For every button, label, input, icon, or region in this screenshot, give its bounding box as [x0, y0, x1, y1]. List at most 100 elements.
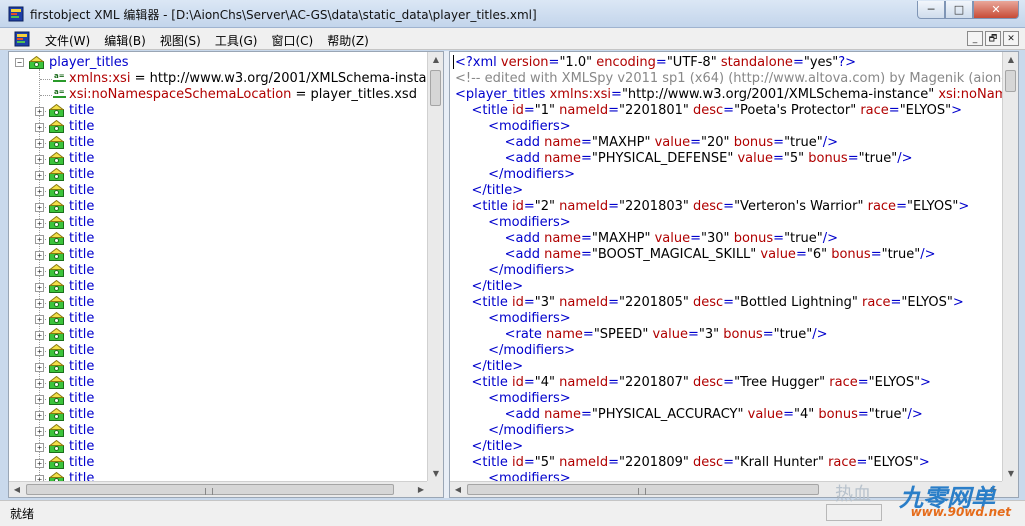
code-line[interactable]: </title>	[455, 359, 524, 375]
document-icon[interactable]	[14, 31, 30, 47]
expand-toggle[interactable]: +	[35, 203, 44, 212]
scroll-up-arrow-icon[interactable]: ▲	[428, 52, 443, 68]
editor-vertical-scrollbar[interactable]: ▲ ▼	[1002, 52, 1018, 482]
tree-node-label[interactable]: title	[69, 199, 94, 215]
h-scroll-thumb[interactable]	[467, 484, 819, 495]
scroll-up-arrow-icon[interactable]: ▲	[1003, 52, 1018, 68]
tree-node-label[interactable]: title	[69, 423, 94, 439]
scroll-thumb[interactable]	[1005, 70, 1016, 92]
scroll-left-arrow-icon[interactable]: ◀	[450, 482, 466, 497]
expand-toggle[interactable]: +	[35, 107, 44, 116]
doc-minimize-button[interactable]: _	[967, 31, 983, 46]
scroll-left-arrow-icon[interactable]: ◀	[9, 482, 25, 497]
code-line[interactable]: </title>	[455, 183, 524, 199]
code-line[interactable]: <add name="BOOST_MAGICAL_SKILL" value="6…	[455, 247, 936, 263]
code-line[interactable]: </modifiers>	[455, 167, 575, 183]
expand-toggle[interactable]: +	[35, 411, 44, 420]
code-line[interactable]: <add name="MAXHP" value="20" bonus="true…	[455, 135, 838, 151]
tree-node-label[interactable]: title	[69, 135, 94, 151]
code-line[interactable]: <title id="3" nameId="2201805" desc="Bot…	[455, 295, 964, 311]
tree-node-label[interactable]: title	[69, 151, 94, 167]
tree-attribute-label[interactable]: xmlns:xsi = http://www.w3.org/2001/XMLSc…	[69, 71, 426, 87]
tree-node-label[interactable]: title	[69, 167, 94, 183]
expand-toggle[interactable]: +	[35, 443, 44, 452]
xml-editor[interactable]: <?xml version = "1.0" encoding = "UTF-8" sta…	[450, 52, 1002, 482]
menu-file[interactable]: 文件(W)	[38, 32, 97, 49]
tree-node-label[interactable]: title	[69, 391, 94, 407]
tree-node-label[interactable]: title	[69, 183, 94, 199]
tree-attribute-label[interactable]: xsi:noNamespaceSchemaLocation = player_t…	[69, 87, 417, 103]
xml-tree[interactable]: − player_titles a= xmlns:xsi = http://www.w…	[9, 52, 429, 482]
expand-toggle[interactable]: +	[35, 347, 44, 356]
tree-node-label[interactable]: title	[69, 327, 94, 343]
expand-toggle[interactable]: +	[35, 171, 44, 180]
scroll-down-arrow-icon[interactable]: ▼	[1003, 466, 1018, 482]
code-line[interactable]: <?xml version="1.0" encoding="UTF-8" sta…	[455, 55, 856, 71]
expand-toggle[interactable]: +	[35, 219, 44, 228]
expand-toggle[interactable]: +	[35, 235, 44, 244]
menu-edit[interactable]: 编辑(B)	[97, 32, 153, 49]
maximize-button[interactable]: □	[945, 1, 973, 19]
expand-toggle[interactable]: +	[35, 395, 44, 404]
code-line[interactable]: </title>	[455, 279, 524, 295]
code-line[interactable]: <rate name="SPEED" value="3" bonus="true…	[455, 327, 828, 343]
code-line[interactable]: <add name="PHYSICAL_DEFENSE" value="5" b…	[455, 151, 913, 167]
expand-toggle[interactable]: +	[35, 379, 44, 388]
code-line[interactable]: <modifiers>	[455, 119, 571, 135]
tree-node-label[interactable]: title	[69, 343, 94, 359]
tree-node-label[interactable]: title	[69, 263, 94, 279]
code-line[interactable]: <!-- edited with XMLSpy v2011 sp1 (x64) …	[455, 71, 1002, 87]
expand-toggle[interactable]: +	[35, 251, 44, 260]
menu-tools[interactable]: 工具(G)	[208, 32, 265, 49]
expand-toggle[interactable]: +	[35, 299, 44, 308]
tree-node-label[interactable]: title	[69, 103, 94, 119]
menu-help[interactable]: 帮助(Z)	[320, 32, 376, 49]
tree-horizontal-scrollbar[interactable]: ◀ ▶	[9, 481, 429, 497]
tree-node-label[interactable]: title	[69, 407, 94, 423]
code-line[interactable]: </modifiers>	[455, 423, 575, 439]
expand-toggle[interactable]: +	[35, 139, 44, 148]
code-line[interactable]: <modifiers>	[455, 311, 571, 327]
tree-node-label[interactable]: title	[69, 311, 94, 327]
expand-toggle[interactable]: +	[35, 315, 44, 324]
expand-toggle[interactable]: +	[35, 427, 44, 436]
tree-node-label[interactable]: title	[69, 279, 94, 295]
tree-node-label[interactable]: title	[69, 231, 94, 247]
scroll-thumb[interactable]	[430, 70, 441, 106]
tree-node-label[interactable]: title	[69, 295, 94, 311]
collapse-toggle[interactable]: −	[15, 58, 24, 67]
tree-node-label[interactable]: player_titles	[49, 55, 129, 71]
code-line[interactable]: <modifiers>	[455, 391, 571, 407]
code-line[interactable]: <title id="4" nameId="2201807" desc="Tre…	[455, 375, 931, 391]
minimize-button[interactable]: ─	[917, 1, 945, 19]
tree-node-label[interactable]: title	[69, 439, 94, 455]
close-button[interactable]: ✕	[973, 1, 1019, 19]
code-line[interactable]: <add name="PHYSICAL_ACCURACY" value="4" …	[455, 407, 923, 423]
expand-toggle[interactable]: +	[35, 283, 44, 292]
expand-toggle[interactable]: +	[35, 123, 44, 132]
code-line[interactable]: <title id="5" nameId="2201809" desc="Kra…	[455, 455, 930, 471]
code-line[interactable]: <player_titles xmlns:xsi="http://www.w3.…	[455, 87, 1002, 103]
tree-node-label[interactable]: title	[69, 119, 94, 135]
tree-node-label[interactable]: title	[69, 455, 94, 471]
tree-node-label[interactable]: title	[69, 215, 94, 231]
expand-toggle[interactable]: +	[35, 363, 44, 372]
code-line[interactable]: </title>	[455, 439, 524, 455]
menu-view[interactable]: 视图(S)	[153, 32, 208, 49]
expand-toggle[interactable]: +	[35, 267, 44, 276]
code-line[interactable]: </modifiers>	[455, 263, 575, 279]
code-line[interactable]: <title id="1" nameId="2201801" desc="Poe…	[455, 103, 962, 119]
expand-toggle[interactable]: +	[35, 187, 44, 196]
doc-restore-button[interactable]: 🗗	[985, 31, 1001, 46]
doc-close-button[interactable]: ✕	[1003, 31, 1019, 46]
expand-toggle[interactable]: +	[35, 155, 44, 164]
code-line[interactable]: </modifiers>	[455, 343, 575, 359]
code-line[interactable]: <modifiers>	[455, 215, 571, 231]
code-line[interactable]: <add name="MAXHP" value="30" bonus="true…	[455, 231, 838, 247]
tree-node-label[interactable]: title	[69, 375, 94, 391]
menu-window[interactable]: 窗口(C)	[265, 32, 321, 49]
code-line[interactable]: <title id="2" nameId="2201803" desc="Ver…	[455, 199, 970, 215]
expand-toggle[interactable]: +	[35, 459, 44, 468]
tree-node-label[interactable]: title	[69, 359, 94, 375]
scroll-down-arrow-icon[interactable]: ▼	[428, 466, 443, 482]
